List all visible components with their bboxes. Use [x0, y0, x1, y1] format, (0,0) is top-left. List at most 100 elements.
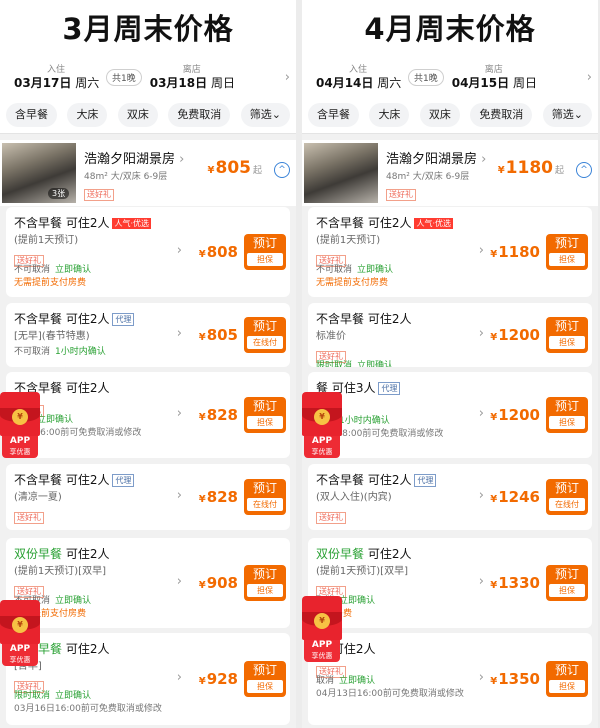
meal-plan: 双份早餐	[14, 547, 63, 561]
filter-chip[interactable]: 筛选⌄	[542, 102, 592, 127]
cancel-rule: 不可取消	[14, 265, 51, 275]
chevron-right-icon[interactable]: ›	[587, 70, 592, 85]
rate-card[interactable]: 不含早餐 可住2人 代理 (清凉一夏) 送好礼 › ¥828 预订 在线付	[6, 464, 290, 530]
book-button[interactable]: 预订 担保	[244, 661, 286, 697]
promo-text: 享优惠	[311, 652, 333, 660]
guest-capacity: 可住2人	[367, 547, 412, 561]
payment-type: 在线付	[247, 336, 283, 349]
guest-capacity: 可住2人	[367, 216, 412, 230]
app-promo-badge[interactable]: ¥ APP 享优惠	[0, 392, 40, 460]
rate-card[interactable]: 餐 可住2人送好礼取消立即确认04月13日16:00前可免费取消或修改›¥135…	[308, 633, 592, 725]
checkin-date[interactable]: 入住 04月14日 周六	[316, 64, 401, 91]
rate-card[interactable]: 双份早餐 可住2人(提前1天预订)[双早]送好礼取消立即确认支付房费›¥1330…	[308, 538, 592, 628]
chevron-right-icon[interactable]: ›	[479, 406, 484, 421]
rate-price-value: 1330	[498, 574, 540, 592]
book-button[interactable]: 预订 在线付	[244, 479, 286, 515]
chevron-right-icon[interactable]: ›	[177, 574, 182, 589]
chevron-right-icon[interactable]: ›	[479, 574, 484, 589]
book-button[interactable]: 预订 在线付	[244, 317, 286, 353]
checkout-date[interactable]: 离店 03月18日 周日	[149, 64, 235, 91]
rate-price: ¥1350	[490, 670, 540, 688]
room-specs: 48m² 大/双床 6-9层	[84, 172, 168, 182]
rate-card[interactable]: 双份早餐 可住2人 [含早] 送好礼 限时取消 立即确认 03月16日16:00前可免费取…	[6, 633, 290, 725]
filter-chip[interactable]: 大床	[67, 102, 108, 127]
checkin-date-text: 03月17日	[14, 75, 72, 90]
promo-app: APP	[9, 436, 31, 446]
chevron-right-icon[interactable]: ›	[285, 70, 290, 85]
chevron-right-icon[interactable]: ›	[479, 243, 484, 258]
room-photo[interactable]	[304, 143, 378, 203]
currency-symbol: ¥	[490, 249, 498, 260]
date-selector[interactable]: 入住 03月17日 周六 共1晚 离店 03月18日 周日 ›	[0, 58, 296, 96]
rate-price: ¥828	[199, 488, 238, 506]
filter-chip[interactable]: 筛选⌄	[240, 102, 290, 127]
book-button-label: 预订	[252, 399, 277, 413]
checkout-date-text: 03月18日	[149, 75, 208, 90]
chevron-right-icon[interactable]: ›	[479, 326, 484, 341]
rate-price-value: 805	[206, 326, 238, 344]
currency-symbol: ¥	[198, 676, 206, 687]
payment-type: 担保	[247, 680, 283, 693]
rate-card[interactable]: 双份早餐 可住2人(提前1天预订)[双早]送好礼不可取消立即确认无需提前支付房费…	[6, 538, 290, 628]
book-button[interactable]: 预订 担保	[546, 661, 588, 697]
confirm-speed: 立即确认	[357, 361, 394, 367]
checkout-date-text: 04月15日	[451, 75, 510, 90]
app-promo-badge[interactable]: ¥ APP 享优惠	[302, 392, 342, 460]
confirm-speed: 1小时内确认	[55, 347, 106, 357]
policy-note: 03月16日16:00前可免费取消或修改	[14, 704, 162, 714]
rate-price: ¥1246	[490, 488, 540, 506]
book-button[interactable]: 预订 在线付	[546, 479, 588, 515]
app-promo-badge[interactable]: ¥ APP 享优惠	[0, 600, 40, 668]
chevron-right-icon[interactable]: ›	[479, 488, 484, 503]
filter-chip[interactable]: 免费取消	[470, 102, 533, 127]
book-button[interactable]: 预订 担保	[546, 397, 588, 433]
filter-chip[interactable]: 双床	[117, 102, 158, 127]
filter-chip[interactable]: 免费取消	[168, 102, 231, 127]
room-header[interactable]: 3张 浩瀚夕阳湖景房 › 48m² 大/双床 6-9层 送好礼 ¥805 起 ^	[0, 140, 296, 206]
filter-bar: 含早餐 大床 双床 免费取消 筛选⌄	[302, 96, 598, 134]
filter-chip[interactable]: 含早餐	[6, 102, 57, 127]
chevron-right-icon[interactable]: ›	[177, 488, 182, 503]
book-button[interactable]: 预订 担保	[244, 397, 286, 433]
chevron-up-icon[interactable]: ^	[576, 162, 592, 178]
promo-app: APP	[311, 640, 333, 650]
checkin-date[interactable]: 入住 03月17日 周六	[14, 64, 99, 91]
currency-symbol: ¥	[497, 165, 505, 176]
chevron-up-icon[interactable]: ^	[274, 162, 290, 178]
book-button-label: 预订	[554, 663, 579, 677]
chevron-right-icon[interactable]: ›	[177, 326, 182, 341]
date-selector[interactable]: 入住 04月14日 周六 共1晚 离店 04月15日 周日 ›	[302, 58, 598, 96]
chevron-right-icon[interactable]: ›	[479, 670, 484, 685]
app-promo-badge[interactable]: ¥ APP 享优惠	[302, 596, 342, 664]
book-button-label: 预订	[252, 567, 277, 581]
filter-chip[interactable]: 双床	[419, 102, 460, 127]
chevron-right-icon[interactable]: ›	[177, 243, 182, 258]
chevron-right-icon[interactable]: ›	[177, 406, 182, 421]
nights-badge: 共1晚	[408, 68, 444, 86]
checkout-date[interactable]: 离店 04月15日 周日	[451, 64, 537, 91]
rate-price: ¥908	[199, 574, 238, 592]
book-button[interactable]: 预订 担保	[546, 317, 588, 353]
rate-card[interactable]: 餐 可住3人代理价取消1小时内确认14日18:00前可免费取消或修改›¥1200…	[308, 372, 592, 458]
filter-chip[interactable]: 大床	[369, 102, 410, 127]
chevron-right-icon[interactable]: ›	[177, 670, 182, 685]
rate-card[interactable]: 不含早餐 可住2人 代理 [无早](春节特惠) 不可取消 1小时内确认 › ¥805 预订 在线…	[6, 303, 290, 367]
rate-card[interactable]: 不含早餐 可住2人 人气·优选 (提前1天预订) 送好礼 不可取消 立即确认 无需提前支付房…	[6, 207, 290, 297]
rate-card[interactable]: 不含早餐 可住2人标准价送好礼限时取消立即确认04月13日16:00前可免费取消…	[308, 303, 592, 367]
rate-condition: (提前1天预订)[双早]	[14, 566, 106, 577]
book-button[interactable]: 预订 担保	[244, 234, 286, 270]
book-button[interactable]: 预订 担保	[546, 565, 588, 601]
rate-card[interactable]: 不含早餐 可住2人送好礼取消立即确认16日16:00前可免费取消或修改›¥828…	[6, 372, 290, 458]
panel-title: 4月周末价格	[302, 0, 598, 58]
room-photo[interactable]: 3张	[2, 143, 76, 203]
rate-tag: 人气·优选	[112, 218, 152, 229]
checkin-date-text: 04月14日	[316, 75, 374, 90]
room-header[interactable]: 浩瀚夕阳湖景房 › 48m² 大/双床 6-9层 送好礼 ¥1180 起 ^	[302, 140, 598, 206]
book-button[interactable]: 预订 担保	[546, 234, 588, 270]
filter-chip[interactable]: 含早餐	[308, 102, 359, 127]
rate-title: 不含早餐 可住2人 代理	[14, 471, 135, 488]
book-button[interactable]: 预订 担保	[244, 565, 286, 601]
rate-card[interactable]: 不含早餐 可住2人 人气·优选 (提前1天预订) 送好礼 不可取消 立即确认 无需提前支付房…	[308, 207, 592, 297]
rate-card[interactable]: 不含早餐 可住2人 代理 (双人入住)(内宾) 送好礼 › ¥1246 预订 在线付	[308, 464, 592, 530]
rate-title: 不含早餐 可住2人	[316, 310, 411, 327]
